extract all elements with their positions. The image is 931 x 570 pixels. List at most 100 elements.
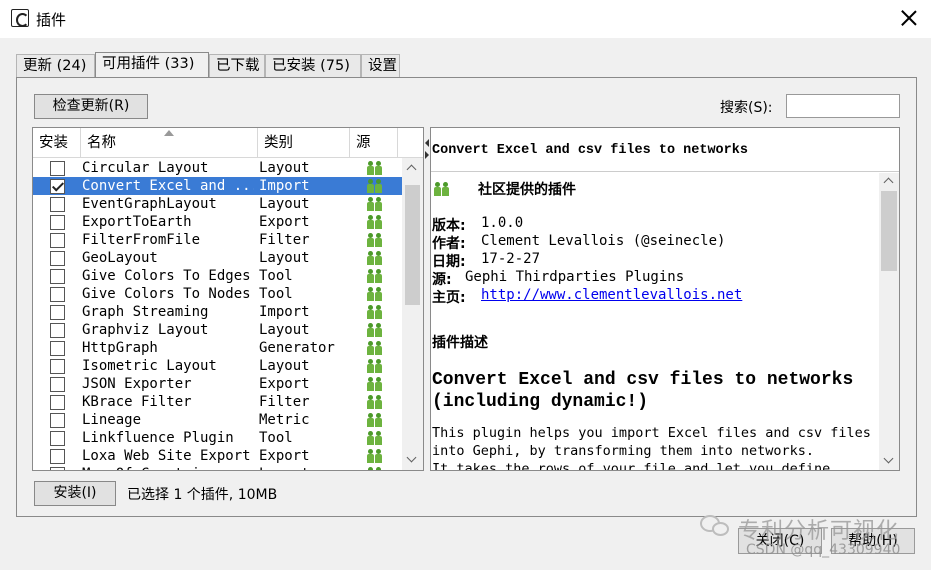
install-button[interactable]: 安装(I)	[34, 481, 116, 506]
plugin-detail-pane: Convert Excel and csv files to networks …	[430, 127, 900, 471]
install-checkbox[interactable]	[50, 269, 65, 284]
table-row[interactable]: Graphviz Layout Layout	[33, 321, 402, 339]
plugin-category: Tool	[259, 286, 293, 302]
plugin-table: 安装 名称 类别 源 Circular Layout Layout Convert …	[32, 127, 424, 471]
table-row[interactable]: Lineage Metric	[33, 411, 402, 429]
community-source-icon	[366, 179, 384, 193]
check-updates-button[interactable]: 检查更新(R)	[34, 94, 148, 119]
table-row[interactable]: KBrace Filter Filter	[33, 393, 402, 411]
install-checkbox[interactable]	[50, 161, 65, 176]
table-row[interactable]: Graph Streaming Import	[33, 303, 402, 321]
detail-scrollbar[interactable]	[879, 173, 899, 470]
plugin-category: Export	[259, 376, 310, 392]
plugin-category: Filter	[259, 394, 310, 410]
install-checkbox[interactable]	[50, 233, 65, 248]
plugin-category: Layout	[259, 250, 310, 266]
date-label: 日期:	[432, 254, 466, 270]
table-row[interactable]: ExportToEarth Export	[33, 213, 402, 231]
community-source-icon	[366, 161, 384, 175]
description-text-1: This plugin helps you import Excel files…	[432, 425, 871, 441]
column-header-category[interactable]: 类别	[258, 128, 350, 158]
tab-settings[interactable]: 设置	[361, 54, 400, 78]
plugin-category: Import	[259, 178, 310, 194]
install-checkbox[interactable]	[50, 431, 65, 446]
plugin-name: Graph Streaming	[82, 304, 209, 320]
table-row[interactable]: Loxa Web Site Export Export	[33, 447, 402, 465]
plugin-name: FilterFromFile	[82, 232, 201, 248]
community-source-icon	[366, 305, 384, 319]
scrollbar-thumb[interactable]	[405, 185, 420, 305]
install-checkbox[interactable]	[50, 251, 65, 266]
description-heading-line-2: (including dynamic!)	[432, 392, 649, 412]
table-row[interactable]: Isometric Layout Layout	[33, 357, 402, 375]
version-label: 版本:	[432, 218, 466, 234]
close-icon[interactable]	[896, 6, 922, 32]
install-checkbox[interactable]	[50, 323, 65, 338]
install-checkbox[interactable]	[50, 341, 65, 356]
table-row[interactable]: EventGraphLayout Layout	[33, 195, 402, 213]
install-checkbox[interactable]	[50, 449, 65, 464]
community-source-icon	[366, 467, 384, 470]
watermark-csdn: CSDN @qq_43309940	[746, 542, 901, 558]
table-row[interactable]: Map Of Countries Layout	[33, 465, 402, 470]
install-checkbox[interactable]	[50, 395, 65, 410]
community-source-icon	[366, 449, 384, 463]
column-header-source[interactable]: 源	[350, 128, 398, 158]
scroll-up-icon[interactable]	[406, 164, 417, 175]
plugin-category: Tool	[259, 430, 293, 446]
detail-header-title: Convert Excel and csv files to networks	[432, 143, 748, 158]
community-source-icon	[366, 233, 384, 247]
plugin-name: GeoLayout	[82, 250, 158, 266]
install-checkbox[interactable]	[50, 377, 65, 392]
table-row[interactable]: Circular Layout Layout	[33, 159, 402, 177]
community-source-icon	[366, 341, 384, 355]
install-checkbox[interactable]	[50, 359, 65, 374]
install-checkbox[interactable]	[50, 197, 65, 212]
tab-available-plugins[interactable]: 可用插件 (33)	[95, 52, 209, 79]
available-plugins-panel: 检查更新(R) 搜索(S): 安装 名称 类别 源 Circular Layou…	[16, 77, 917, 517]
plugin-category: Layout	[259, 196, 310, 212]
install-checkbox[interactable]	[50, 215, 65, 230]
table-row[interactable]: HttpGraph Generator	[33, 339, 402, 357]
community-label: 社区提供的插件	[478, 182, 576, 198]
version-value: 1.0.0	[481, 215, 524, 231]
scroll-up-icon[interactable]	[883, 177, 894, 188]
search-input[interactable]	[786, 94, 900, 118]
plugin-name: JSON Exporter	[82, 376, 192, 392]
install-checkbox[interactable]	[50, 413, 65, 428]
table-row[interactable]: Give Colors To Edges Tool	[33, 267, 402, 285]
watermark-title: 专利分析可视化	[738, 519, 900, 544]
table-row[interactable]: Convert Excel and ... Import	[33, 177, 402, 195]
table-row[interactable]: Linkfluence Plugin Tool	[33, 429, 402, 447]
plugin-name: Graphviz Layout	[82, 322, 209, 338]
plugin-category: Layout	[259, 465, 310, 470]
install-checkbox[interactable]	[50, 467, 65, 470]
scroll-down-icon[interactable]	[406, 452, 417, 463]
plugin-category: Layout	[259, 358, 310, 374]
install-checkbox[interactable]	[50, 287, 65, 302]
community-source-icon	[366, 413, 384, 427]
column-header-install[interactable]: 安装	[33, 128, 81, 158]
table-row[interactable]: FilterFromFile Filter	[33, 231, 402, 249]
scrollbar-thumb[interactable]	[881, 191, 897, 271]
tab-downloaded[interactable]: 已下载	[209, 54, 265, 78]
install-checkbox[interactable]	[50, 179, 65, 194]
table-row[interactable]: GeoLayout Layout	[33, 249, 402, 267]
detail-body: 社区提供的插件 版本: 1.0.0 作者: Clement Levallois …	[431, 173, 879, 470]
install-checkbox[interactable]	[50, 305, 65, 320]
tab-installed[interactable]: 已安装 (75)	[265, 54, 361, 78]
plugin-list-scrollbar[interactable]	[402, 158, 423, 470]
scroll-down-icon[interactable]	[883, 453, 894, 464]
plugin-category: Import	[259, 304, 310, 320]
homepage-link[interactable]: http://www.clementlevallois.net	[481, 287, 742, 303]
detail-header: Convert Excel and csv files to networks	[431, 128, 899, 172]
community-source-icon	[366, 197, 384, 211]
source-label: 源:	[432, 272, 452, 288]
community-source-icon	[366, 377, 384, 391]
tab-updates[interactable]: 更新 (24)	[16, 54, 95, 78]
table-row[interactable]: JSON Exporter Export	[33, 375, 402, 393]
plugin-category: Filter	[259, 232, 310, 248]
community-source-icon	[366, 251, 384, 265]
source-value: Gephi Thirdparties Plugins	[465, 269, 685, 285]
table-row[interactable]: Give Colors To Nodes Tool	[33, 285, 402, 303]
